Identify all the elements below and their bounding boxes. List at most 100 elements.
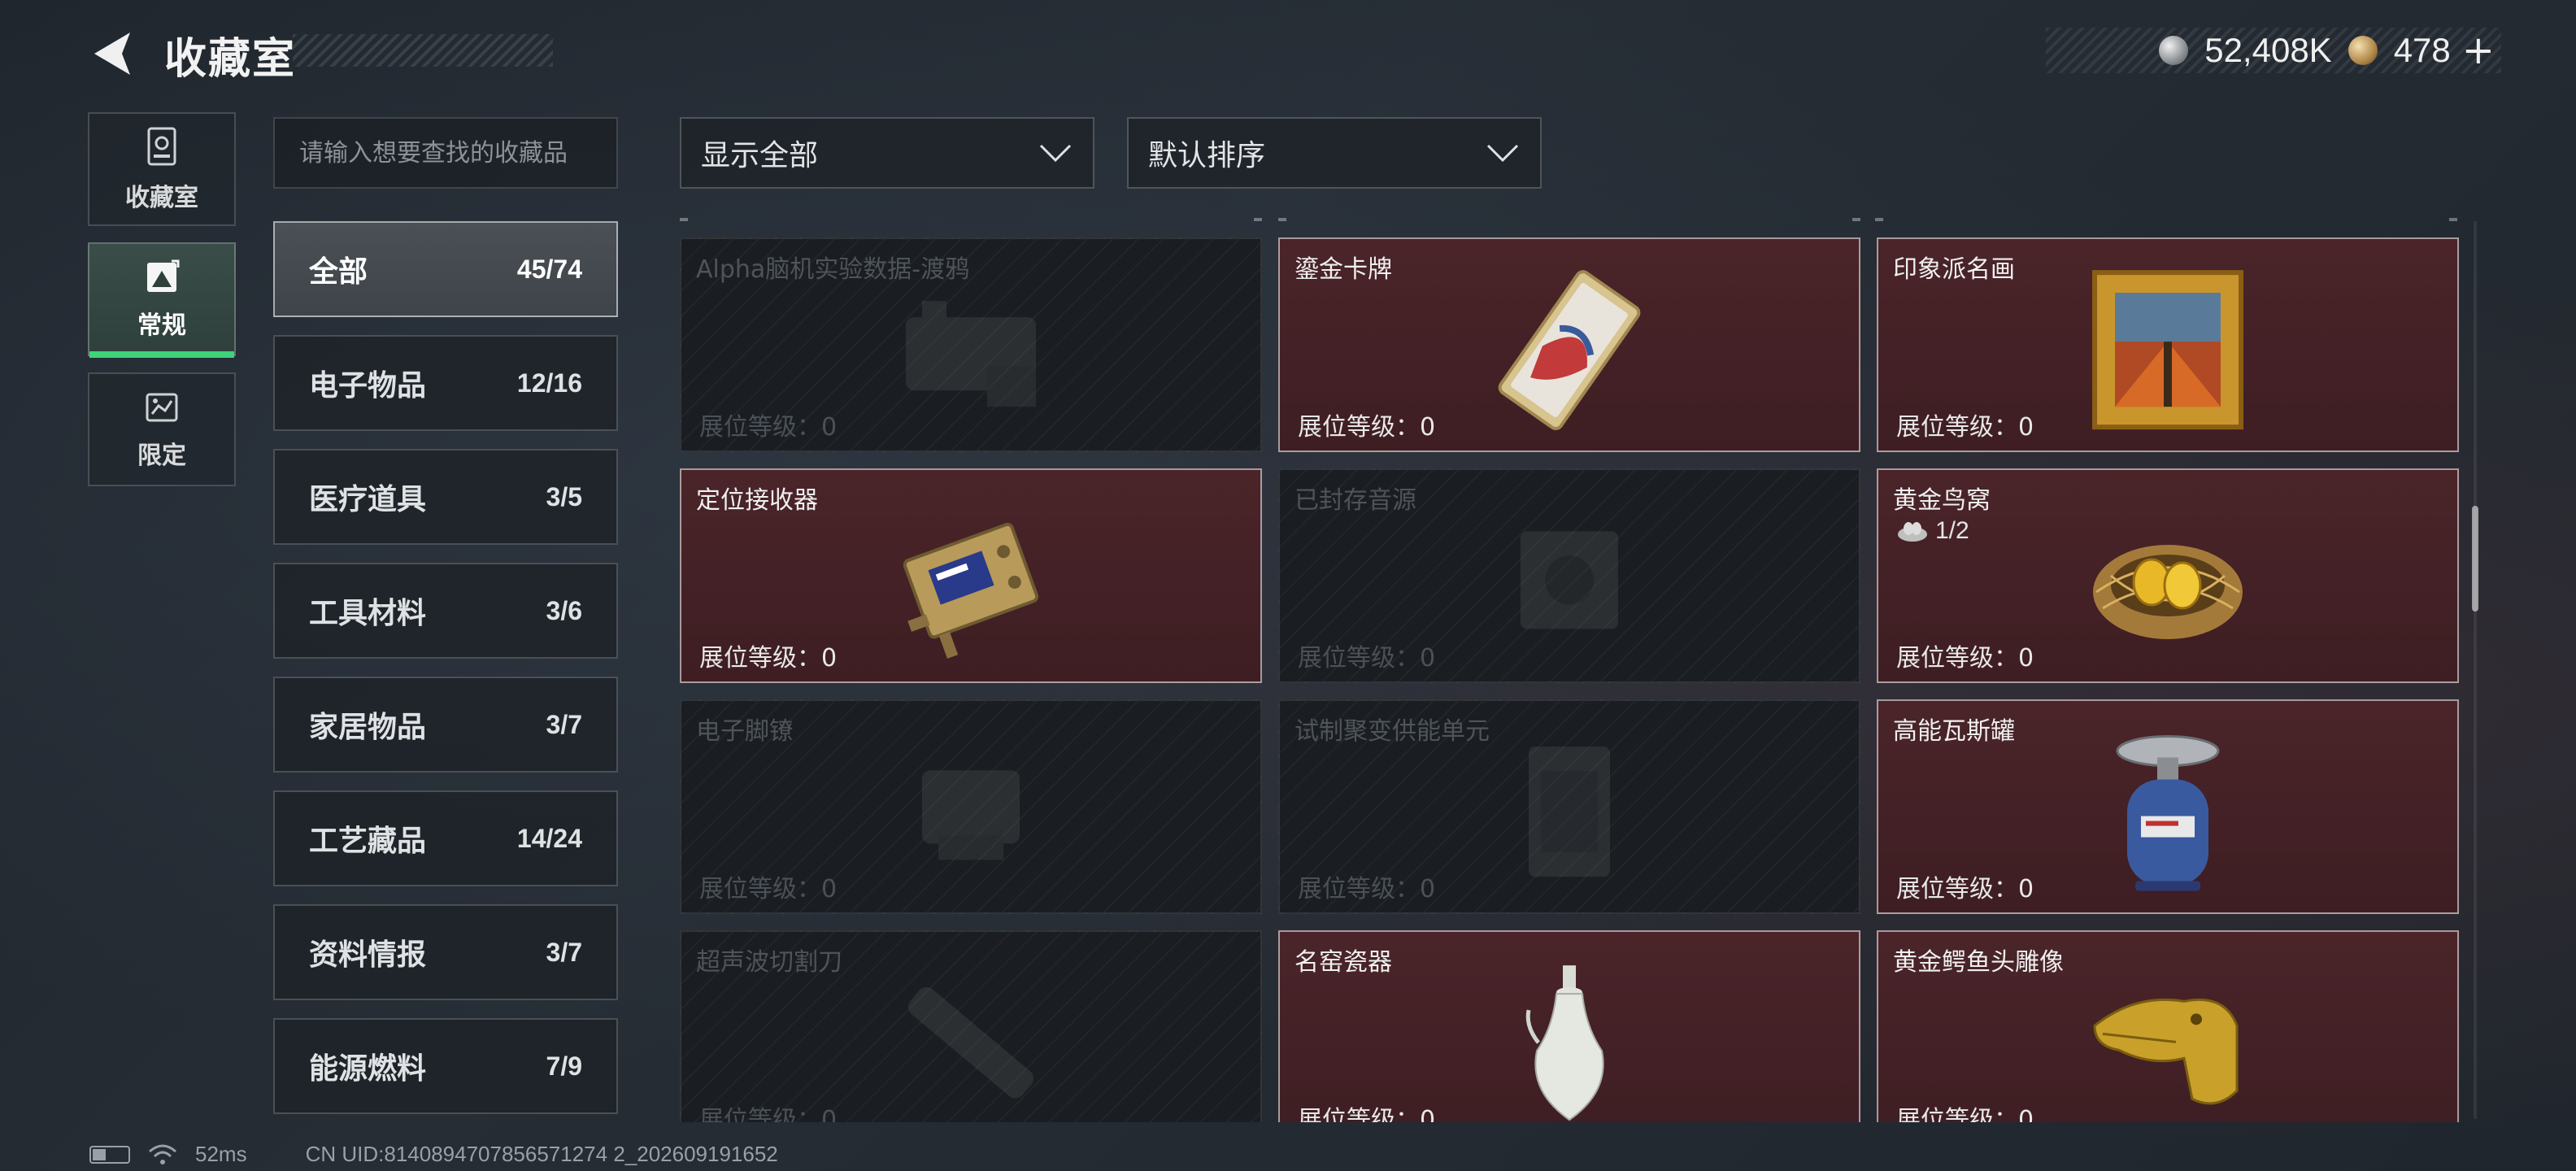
category-all[interactable]: 全部 45/74 — [273, 221, 618, 317]
category-name: 家居物品 — [309, 711, 427, 744]
item-name: 印象派名画 — [1893, 255, 2015, 284]
nest-icon — [1898, 522, 1927, 542]
ping-value: 52ms — [195, 1142, 247, 1166]
nav-limited[interactable]: 限定 — [88, 372, 236, 486]
item-level: 展位等级：0 — [699, 644, 838, 673]
category-count: 14/24 — [516, 823, 582, 853]
category-intel[interactable]: 资料情报 3/7 — [273, 904, 618, 1000]
category-name: 全部 — [309, 255, 368, 289]
collectible-card[interactable]: 黄金鸟窝 1/2 展位等级：0 — [1877, 468, 2459, 683]
sort-dropdown[interactable]: 默认排序 — [1127, 117, 1542, 189]
limited-icon — [146, 393, 178, 422]
item-name: 电子脚镣 — [696, 717, 794, 746]
item-level: 展位等级：0 — [1896, 413, 2034, 442]
category-name: 医疗道具 — [309, 483, 427, 516]
title-decoration — [293, 34, 553, 67]
item-level: 展位等级：0 — [1896, 644, 2034, 673]
item-name: 已封存音源 — [1295, 486, 1416, 515]
category-name: 工艺藏品 — [309, 825, 427, 858]
page-title: 收藏室 — [164, 35, 297, 84]
category-name: 工具材料 — [309, 597, 427, 630]
back-button[interactable] — [89, 29, 135, 78]
collectible-card[interactable]: 印象派名画 展位等级：0 — [1877, 237, 2459, 452]
nav-label: 常规 — [137, 311, 186, 340]
sort-value: 默认排序 — [1148, 139, 1266, 172]
grid-last-row: 超声波切割刀 展位等级：0 名窑瓷器 展位等级：0 黄金鳄鱼头雕像 展位等级：0 — [680, 930, 2469, 1122]
category-count: 12/16 — [516, 368, 582, 398]
item-level: 展位等级：0 — [699, 413, 838, 442]
category-electronics[interactable]: 电子物品 12/16 — [273, 335, 618, 431]
item-level: 展位等级：0 — [1896, 1106, 2034, 1122]
item-level: 展位等级：0 — [1298, 1106, 1436, 1122]
category-name: 资料情报 — [309, 938, 427, 972]
collectible-card[interactable]: 已封存音源 展位等级：0 — [1278, 468, 1860, 683]
collectible-card[interactable]: 高能瓦斯罐 展位等级：0 — [1877, 699, 2459, 914]
collectible-card[interactable]: 黄金鳄鱼头雕像 展位等级：0 — [1877, 930, 2459, 1122]
data-drive-icon — [873, 268, 1068, 434]
back-arrow-icon — [94, 33, 130, 75]
item-level: 展位等级：0 — [1298, 644, 1436, 673]
nav-regular[interactable]: 常规 — [88, 242, 236, 358]
category-household[interactable]: 家居物品 3/7 — [273, 677, 618, 773]
sealed-audio-icon — [1496, 507, 1643, 656]
ankle-monitor-icon — [890, 738, 1052, 887]
item-name: 名窑瓷器 — [1295, 948, 1392, 977]
item-progress: 1/2 — [1896, 517, 1969, 545]
wifi-icon — [149, 1144, 176, 1164]
chevron-down-icon — [1039, 144, 1072, 163]
nav-label: 收藏室 — [125, 184, 198, 212]
category-count: 3/7 — [546, 709, 582, 739]
category-medical[interactable]: 医疗道具 3/5 — [273, 449, 618, 545]
item-name: 试制聚变供能单元 — [1295, 717, 1490, 746]
nav-label: 限定 — [137, 442, 186, 470]
item-name: 黄金鳄鱼头雕像 — [1893, 948, 2064, 977]
category-count: 45/74 — [516, 254, 582, 284]
scrollbar-thumb[interactable] — [2472, 506, 2478, 612]
category-count: 3/5 — [546, 481, 582, 511]
item-level: 展位等级：0 — [1298, 875, 1436, 903]
grid-divider — [680, 218, 2457, 221]
collectible-card[interactable]: 定位接收器 展位等级：0 — [680, 468, 1262, 683]
collectible-card[interactable]: 电子脚镣 展位等级：0 — [680, 699, 1262, 914]
category-tools[interactable]: 工具材料 3/6 — [273, 563, 618, 659]
category-crafts[interactable]: 工艺藏品 14/24 — [273, 790, 618, 886]
collectible-card[interactable]: 鎏金卡牌 展位等级：0 — [1278, 237, 1860, 452]
category-name: 电子物品 — [309, 369, 427, 403]
active-indicator — [89, 351, 234, 358]
status-bar: 52ms CN UID:8140894707856571274 2_202609… — [89, 1142, 778, 1167]
gilded-card-icon — [1480, 265, 1659, 439]
item-name: Alpha脑机实验数据-渡鸦 — [696, 255, 970, 284]
user-uid: CN UID:8140894707856571274 2_20260919165… — [305, 1142, 778, 1166]
add-currency-button[interactable]: + — [2462, 28, 2495, 73]
search-input[interactable] — [273, 117, 618, 189]
silver-balance: 52,408K — [2204, 31, 2332, 69]
item-level: 展位等级：0 — [699, 875, 838, 903]
fusion-cell-icon — [1504, 730, 1634, 896]
category-count: 3/6 — [546, 595, 582, 625]
collectible-card[interactable]: 名窑瓷器 展位等级：0 — [1278, 930, 1860, 1122]
collectible-card[interactable]: Alpha脑机实验数据-渡鸦 展位等级：0 — [680, 237, 1262, 452]
gas-canister-icon — [2107, 727, 2229, 901]
locator-receiver-icon — [890, 499, 1052, 665]
item-level: 展位等级：0 — [1896, 875, 2034, 903]
collectible-card[interactable]: 试制聚变供能单元 展位等级：0 — [1278, 699, 1860, 914]
gold-coin-icon — [2348, 36, 2378, 65]
scrollbar-track[interactable] — [2474, 221, 2477, 1119]
item-name: 定位接收器 — [696, 486, 818, 515]
category-name: 能源燃料 — [309, 1052, 427, 1086]
collectible-card[interactable]: 超声波切割刀 展位等级：0 — [680, 930, 1262, 1122]
chevron-down-icon — [1486, 144, 1519, 163]
filter-value: 显示全部 — [701, 139, 819, 172]
item-name: 高能瓦斯罐 — [1893, 717, 2015, 746]
trophy-icon — [147, 127, 176, 166]
currency-bar: 52,408K 478 + — [2046, 28, 2501, 73]
item-level: 展位等级：0 — [699, 1106, 838, 1122]
nav-collection-room[interactable]: 收藏室 — [88, 112, 236, 226]
golden-nest-icon — [2086, 511, 2249, 652]
category-energy[interactable]: 能源燃料 7/9 — [273, 1018, 618, 1114]
filter-dropdown[interactable]: 显示全部 — [680, 117, 1094, 189]
item-name: 鎏金卡牌 — [1295, 255, 1392, 284]
gold-balance: 478 — [2393, 31, 2451, 69]
item-name: 超声波切割刀 — [696, 948, 842, 977]
painting-icon — [2091, 268, 2245, 434]
